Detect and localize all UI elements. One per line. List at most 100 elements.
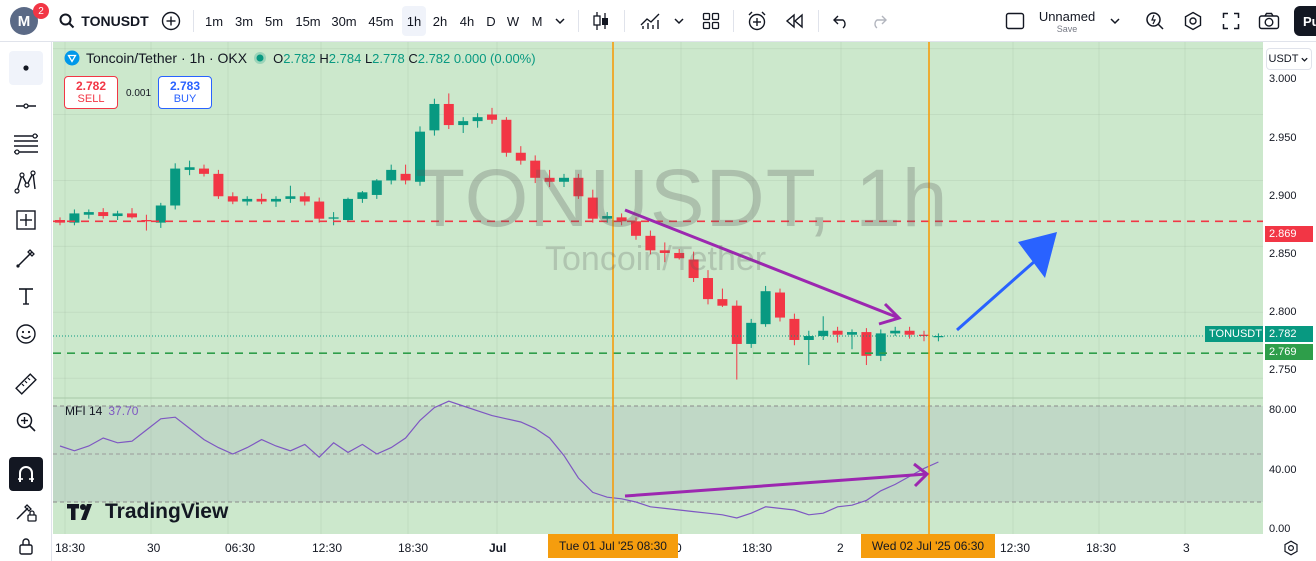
interval-1m[interactable]: 1m: [201, 6, 227, 36]
interval-45m[interactable]: 45m: [364, 6, 398, 36]
mfi-tick: 0.00: [1269, 523, 1291, 535]
fullscreen-button[interactable]: [1216, 6, 1246, 36]
tradingview-app: M 2 TONUSDT 1m 3m 5m 15m 30m 45m 1h 2h 4…: [0, 0, 1316, 561]
lock-drawings-tool[interactable]: [9, 533, 43, 559]
interval-30m[interactable]: 30m: [328, 6, 360, 36]
gear-icon: [1184, 11, 1202, 31]
time-tick: 30: [147, 541, 161, 555]
redo-button[interactable]: [864, 6, 894, 36]
camera-icon: [1258, 12, 1280, 30]
axis-settings-button[interactable]: [1281, 538, 1301, 558]
candle-body: [170, 168, 181, 206]
cursor-tool[interactable]: [9, 51, 43, 85]
icon-tool[interactable]: [9, 317, 43, 351]
fibonacci-icon: [14, 133, 38, 155]
candle-body: [818, 330, 829, 337]
layout-button[interactable]: [696, 6, 726, 36]
support-price-tag: 2.769: [1265, 344, 1313, 360]
price-tick: 2.750: [1269, 364, 1297, 376]
time-tick: 18:30: [742, 541, 773, 555]
candle-body: [429, 103, 440, 131]
layout-checkbox[interactable]: [1000, 6, 1030, 36]
tradingview-logo-icon: [67, 504, 92, 520]
interval-5m[interactable]: 5m: [260, 6, 288, 36]
candle-body: [501, 119, 512, 153]
price-tick: 2.800: [1269, 306, 1297, 318]
toolbar-divider: [733, 10, 734, 32]
mfi-tick: 40.00: [1269, 464, 1297, 476]
candle-body: [803, 336, 814, 340]
toolbar-divider: [193, 10, 194, 32]
indicators-dropdown[interactable]: [670, 6, 688, 36]
candle-body: [832, 330, 843, 335]
chart-area[interactable]: TONUSDT, 1h Toncoin/Tether Toncoin/Tethe…: [53, 42, 1316, 561]
candle-body: [83, 212, 94, 215]
keep-drawing-tool[interactable]: [9, 495, 43, 529]
zoom-tool[interactable]: [9, 405, 43, 439]
zoom-in-icon: [16, 412, 36, 432]
time-marker-tag-2[interactable]: Wed 02 Jul '25 06:30: [861, 534, 995, 558]
candle-body: [98, 212, 109, 217]
mfi-legend[interactable]: MFI 14 37.70: [65, 404, 138, 418]
brush-tool[interactable]: [9, 241, 43, 275]
chevron-down-icon: [1110, 18, 1120, 25]
legend-ohlc: O2.782 H2.784 L2.778 C2.782 0.000 (0.00%…: [273, 50, 536, 66]
mfi-tick: 80.00: [1269, 404, 1297, 416]
compare-symbol-button[interactable]: [156, 6, 186, 36]
name-watermark: Toncoin/Tether: [545, 240, 767, 278]
lock-icon: [19, 538, 33, 555]
price-chart-canvas[interactable]: [53, 42, 1316, 561]
pattern-tool[interactable]: [9, 165, 43, 199]
time-tick: 3: [1183, 541, 1190, 555]
candle-body: [127, 213, 137, 218]
quick-search-button[interactable]: [1140, 6, 1170, 36]
rewind-icon: [785, 13, 803, 29]
undo-button[interactable]: [826, 6, 856, 36]
publish-button[interactable]: Pu: [1294, 6, 1316, 36]
smiley-icon: [16, 324, 36, 344]
time-tick: 18:30: [55, 541, 86, 555]
interval-2h[interactable]: 2h: [428, 6, 452, 36]
interval-dropdown[interactable]: [550, 6, 570, 36]
ruler-tool[interactable]: [9, 367, 43, 401]
candle-body: [731, 305, 742, 344]
time-marker-tag-1[interactable]: Tue 01 Jul '25 08:30: [548, 534, 678, 558]
toolbar-divider: [818, 10, 819, 32]
interval-15m[interactable]: 15m: [292, 6, 324, 36]
chart-legend[interactable]: Toncoin/Tether · 1h · OKX O2.782 H2.784 …: [64, 50, 536, 66]
replay-button[interactable]: [780, 6, 810, 36]
currency-dropdown[interactable]: USDT: [1266, 48, 1312, 70]
symbol-search-button[interactable]: TONUSDT: [58, 6, 150, 36]
candle-body: [371, 180, 382, 195]
interval-m[interactable]: M: [527, 6, 547, 36]
indicators-button[interactable]: [634, 6, 666, 36]
layout-name: Unnamed: [1038, 8, 1096, 24]
candle-body: [760, 291, 771, 325]
interval-4h[interactable]: 4h: [455, 6, 479, 36]
alert-button[interactable]: [742, 6, 772, 36]
candle-body: [458, 121, 469, 126]
fib-tool[interactable]: [9, 127, 43, 161]
magnet-tool[interactable]: [9, 457, 43, 491]
interval-w[interactable]: W: [503, 6, 523, 36]
tradingview-logo[interactable]: TradingView: [67, 500, 228, 524]
interval-3m[interactable]: 3m: [230, 6, 258, 36]
forecast-tool[interactable]: [9, 203, 43, 237]
settings-button[interactable]: [1178, 6, 1208, 36]
sell-button[interactable]: 2.782 SELL: [64, 76, 118, 109]
interval-d[interactable]: D: [482, 6, 500, 36]
snapshot-button[interactable]: [1254, 6, 1284, 36]
chart-type-button[interactable]: [586, 6, 616, 36]
time-tick: 2: [837, 541, 844, 555]
layout-grid-icon: [702, 12, 720, 30]
chevron-down-icon: [674, 18, 684, 25]
price-tick: 2.850: [1269, 248, 1297, 260]
trend-line-tool[interactable]: [9, 89, 43, 123]
chevron-down-icon: [555, 18, 565, 25]
buy-button[interactable]: 2.783 BUY: [158, 76, 212, 109]
text-tool[interactable]: [9, 279, 43, 313]
layout-menu-dropdown[interactable]: [1104, 6, 1126, 36]
layout-name-button[interactable]: Unnamed Save: [1034, 6, 1100, 36]
toncoin-logo-icon: [64, 50, 80, 66]
interval-1h[interactable]: 1h: [402, 6, 426, 36]
